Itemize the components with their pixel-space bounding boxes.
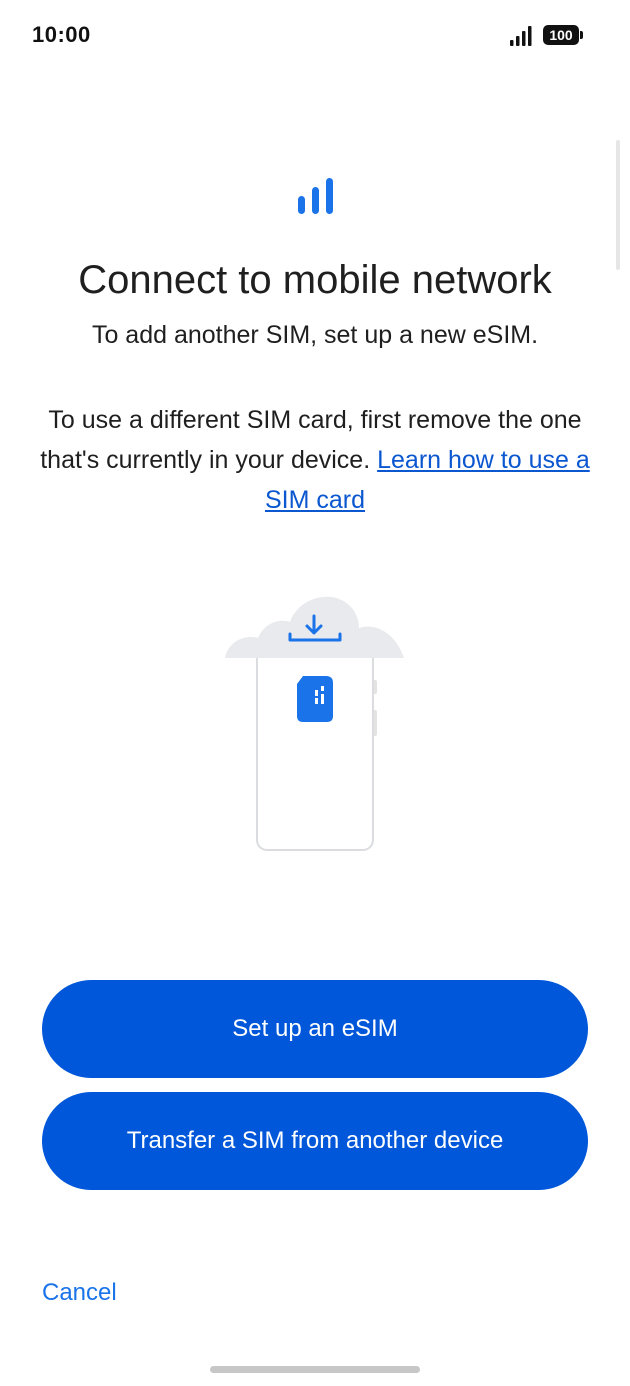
setup-esim-button[interactable]: Set up an eSIM — [42, 980, 588, 1078]
battery-icon: 100 — [543, 25, 583, 47]
scrollbar[interactable] — [616, 140, 620, 270]
transfer-sim-button[interactable]: Transfer a SIM from another device — [42, 1092, 588, 1190]
page-title: Connect to mobile network — [78, 258, 552, 302]
setup-esim-label: Set up an eSIM — [232, 1015, 398, 1042]
page-subtitle: To add another SIM, set up a new eSIM. — [91, 321, 539, 349]
sim-card-icon — [297, 676, 333, 722]
esim-illustration — [225, 596, 404, 851]
cellular-signal-icon — [298, 178, 333, 214]
battery-tip — [580, 31, 583, 39]
battery-level: 100 — [543, 25, 579, 45]
description: To use a different SIM card, first remov… — [40, 400, 590, 520]
status-bar: 10:00 100 — [0, 0, 630, 70]
signal-icon — [510, 26, 532, 46]
home-indicator[interactable] — [210, 1366, 420, 1373]
transfer-sim-label: Transfer a SIM from another device — [126, 1127, 504, 1154]
phone-icon — [256, 637, 374, 851]
cancel-button[interactable]: Cancel — [42, 1279, 117, 1307]
status-time: 10:00 — [32, 22, 91, 47]
